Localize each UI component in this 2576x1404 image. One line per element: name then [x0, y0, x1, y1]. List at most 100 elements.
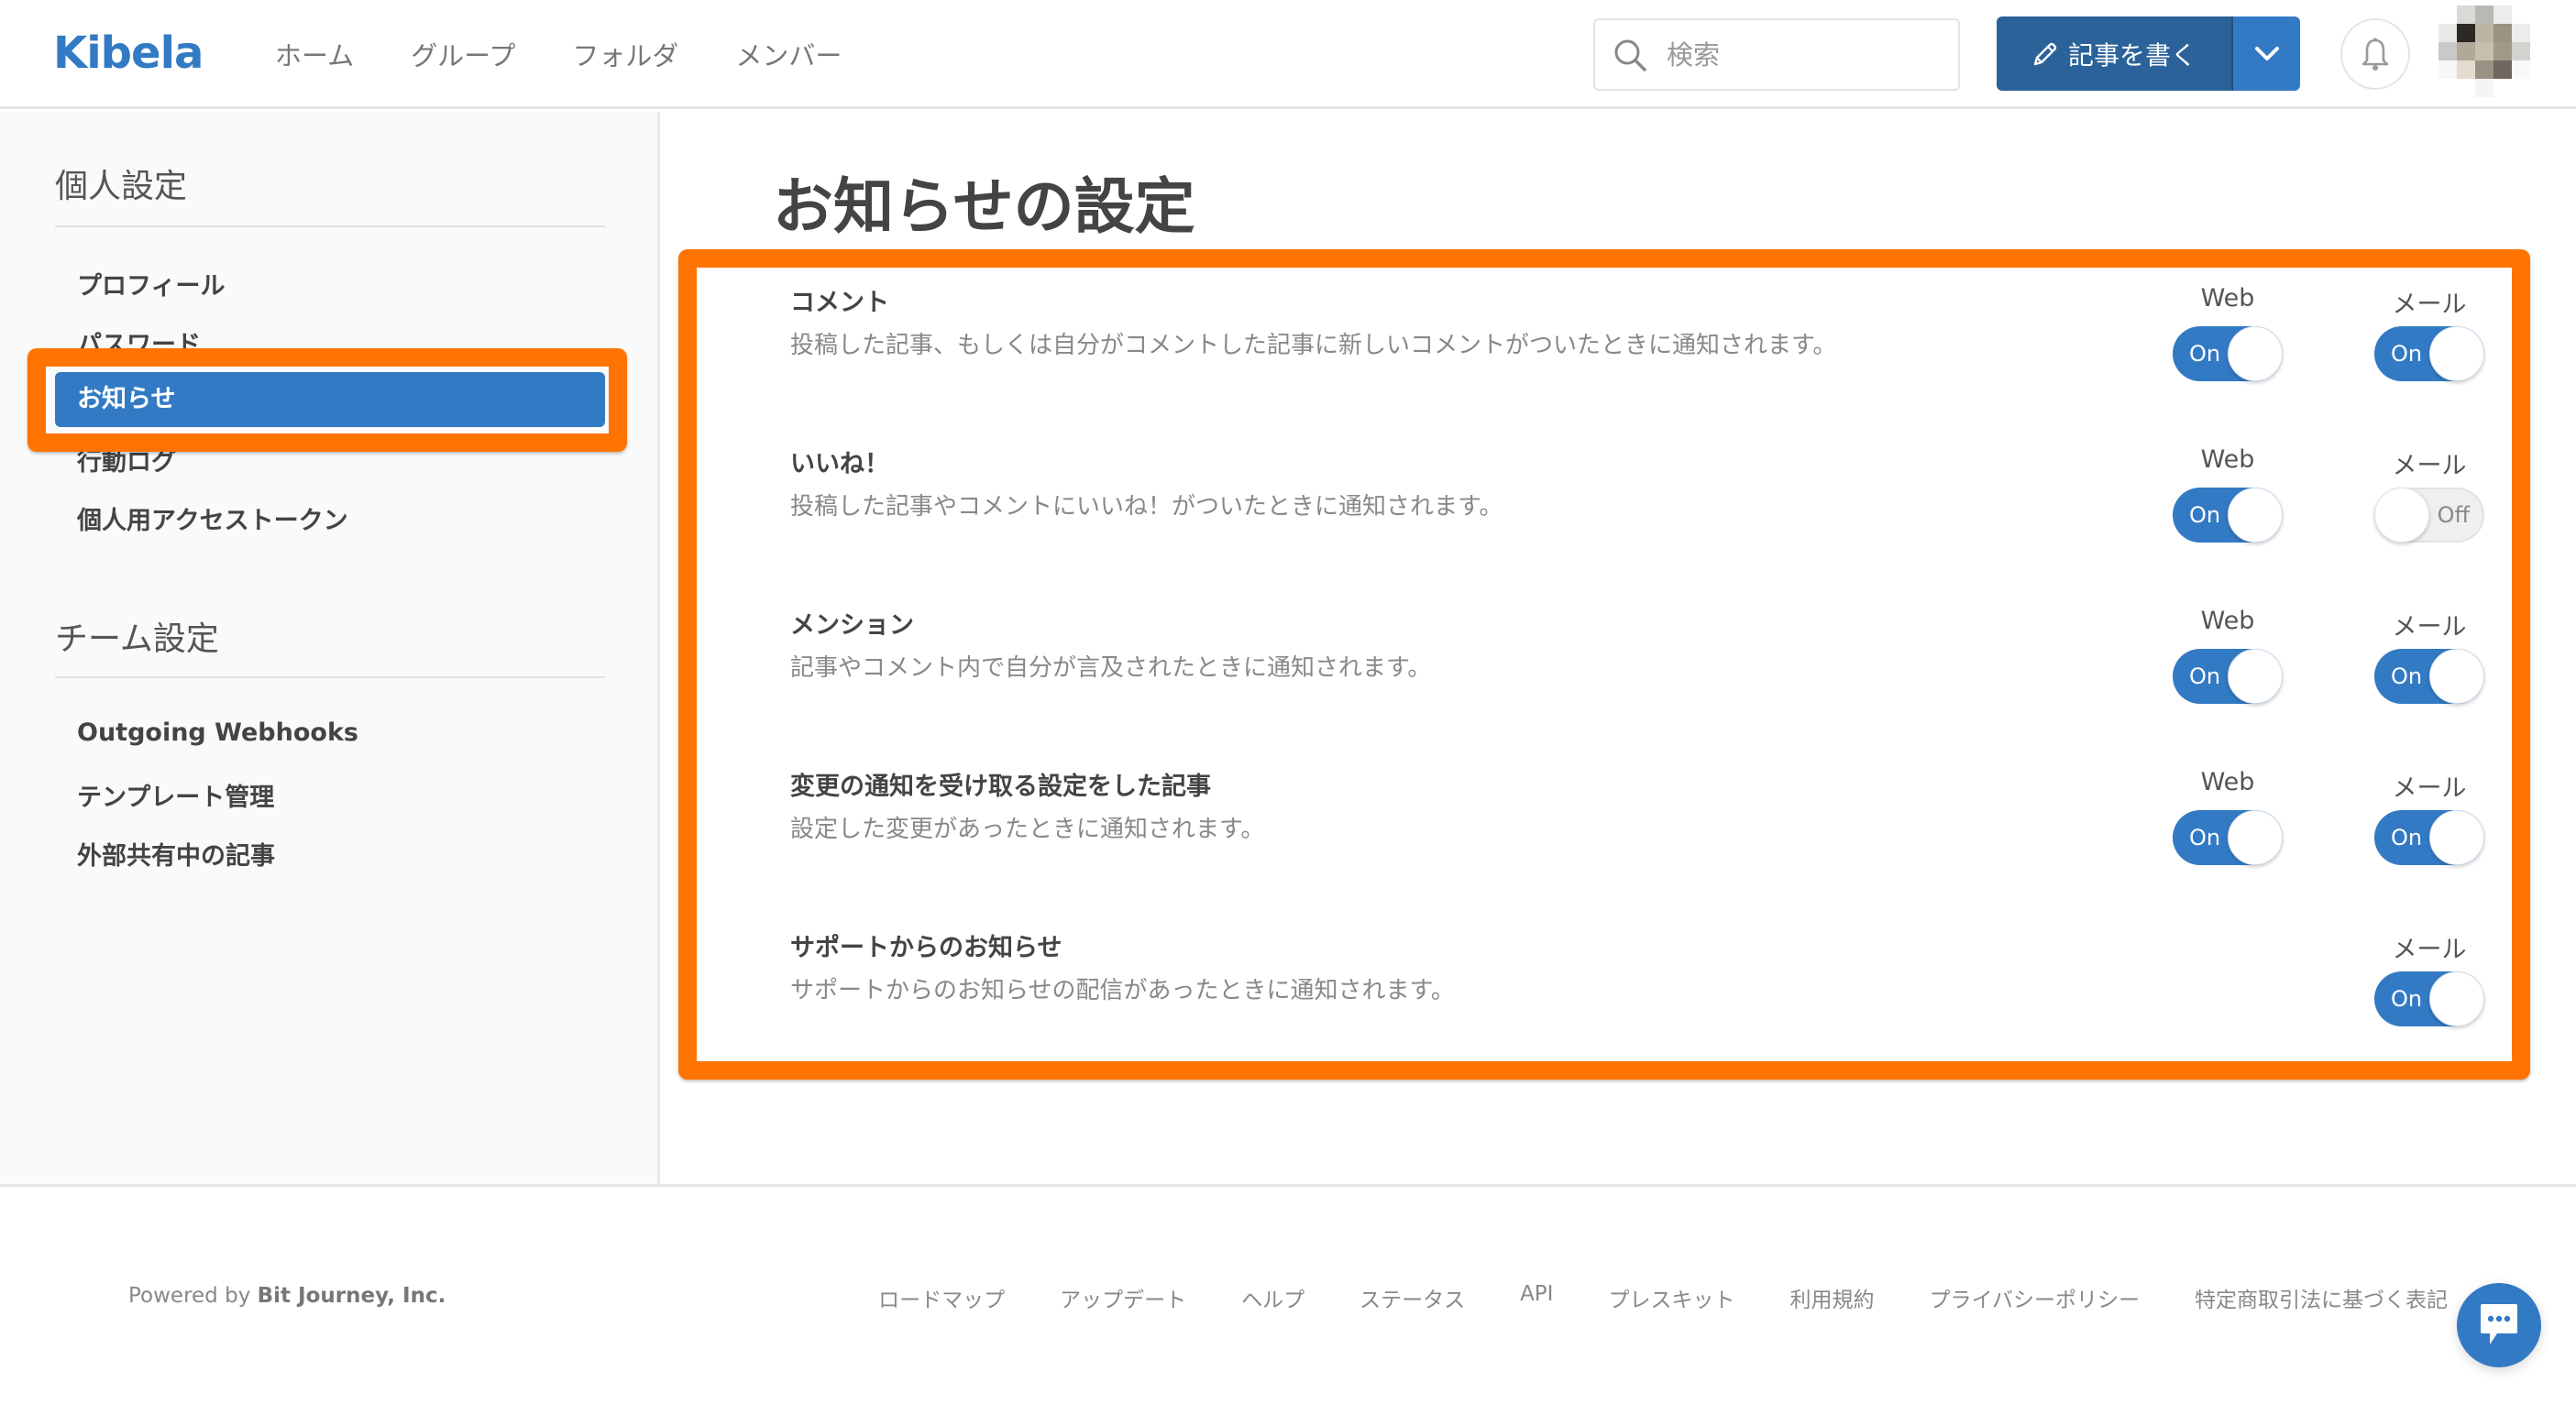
sidebar-divider [55, 225, 605, 227]
sidebar-item-activity-log[interactable]: 行動ログ [77, 442, 176, 477]
chevron-down-icon [2254, 46, 2279, 60]
setting-description: 投稿した記事、もしくは自分がコメントした記事に新しいコメントがついたときに通知さ… [790, 332, 1837, 359]
web-toggle[interactable]: On [2173, 810, 2283, 865]
mail-column-label: メール [2392, 613, 2467, 642]
chat-bubble-icon [2481, 1304, 2517, 1344]
personal-settings-heading: 個人設定 [55, 168, 188, 205]
notifications-button[interactable] [2340, 18, 2410, 90]
footer-link-status[interactable]: ステータス [1360, 1282, 1465, 1313]
nav-members[interactable]: メンバー [735, 35, 842, 73]
sidebar-divider [55, 676, 605, 678]
toggle-knob [2429, 649, 2484, 704]
setting-title: コメント [790, 289, 889, 317]
write-article-button[interactable]: 記事を書く [1997, 16, 2233, 91]
company-link[interactable]: Bit Journey, Inc. [258, 1284, 446, 1308]
pencil-icon [2033, 42, 2057, 65]
setting-title: いいね！ [790, 450, 889, 478]
web-column-label: Web [2200, 284, 2255, 313]
search-icon [1614, 39, 1646, 71]
nav-folders[interactable]: フォルダ [572, 35, 678, 73]
toggle-state-label: On [2189, 664, 2221, 689]
support-chat-button[interactable] [2457, 1283, 2541, 1367]
footer-link-api[interactable]: API [1520, 1282, 1553, 1313]
setting-row-support-news: サポートからのお知らせ サポートからのお知らせの配信があったときに通知されます。… [697, 913, 2512, 1074]
page-title: お知らせの設定 [773, 171, 1195, 242]
nav-home[interactable]: ホーム [275, 35, 354, 73]
mail-toggle[interactable]: On [2374, 810, 2484, 865]
top-header: Kibela ホーム グループ フォルダ メンバー 記事を書く [0, 0, 2576, 109]
toggle-knob [2228, 326, 2283, 381]
setting-row-comment: コメント 投稿した記事、もしくは自分がコメントした記事に新しいコメントがついたと… [697, 268, 2512, 429]
web-column-label: Web [2200, 607, 2255, 635]
footer-links: ロードマップ アップデート ヘルプ ステータス API プレスキット 利用規約 … [823, 1282, 2448, 1313]
mail-toggle[interactable]: On [2374, 649, 2484, 704]
sidebar-item-notifications[interactable]: お知らせ [55, 372, 605, 427]
toggle-state-label: On [2391, 341, 2423, 367]
footer-link-terms[interactable]: 利用規約 [1789, 1282, 1874, 1313]
toggle-state-label: On [2391, 986, 2423, 1012]
main-nav: ホーム グループ フォルダ メンバー [275, 35, 898, 73]
toggle-knob [2374, 488, 2429, 543]
page-footer: Powered by Bit Journey, Inc. ロードマップ アップデ… [0, 1184, 2576, 1404]
powered-by: Powered by Bit Journey, Inc. [128, 1284, 446, 1308]
sidebar-item-profile[interactable]: プロフィール [77, 266, 225, 302]
toggle-knob [2429, 810, 2484, 865]
setting-description: 記事やコメント内で自分が言及されたときに通知されます。 [790, 654, 1432, 682]
toggle-state-label: On [2189, 341, 2221, 367]
mail-toggle[interactable]: Off [2374, 488, 2484, 543]
powered-by-prefix: Powered by [128, 1284, 251, 1308]
web-toggle[interactable]: On [2173, 326, 2283, 381]
setting-title: 変更の通知を受け取る設定をした記事 [790, 773, 1211, 801]
sidebar-item-access-tokens[interactable]: 個人用アクセストークン [77, 500, 348, 536]
mail-toggle[interactable]: On [2374, 326, 2484, 381]
web-column-label: Web [2200, 445, 2255, 474]
web-column-label: Web [2200, 768, 2255, 796]
mail-column-label: メール [2392, 936, 2467, 964]
write-article-button-group: 記事を書く [1997, 16, 2300, 91]
footer-link-roadmap[interactable]: ロードマップ [878, 1282, 1005, 1313]
setting-row-mention: メンション 記事やコメント内で自分が言及されたときに通知されます。 Web メー… [697, 590, 2512, 751]
write-article-label: 記事を書く [2067, 39, 2196, 71]
kibela-logo[interactable]: Kibela [53, 27, 204, 79]
footer-link-privacy[interactable]: プライバシーポリシー [1929, 1282, 2140, 1313]
toggle-knob [2228, 810, 2283, 865]
footer-link-help[interactable]: ヘルプ [1241, 1282, 1305, 1313]
sidebar-item-templates[interactable]: テンプレート管理 [77, 777, 274, 813]
search-input[interactable] [1667, 20, 1942, 89]
setting-row-watched-articles: 変更の通知を受け取る設定をした記事 設定した変更があったときに通知されます。 W… [697, 751, 2512, 913]
toggle-knob [2228, 488, 2283, 543]
toggle-state-label: On [2391, 825, 2423, 850]
toggle-state-label: On [2391, 664, 2423, 689]
sidebar-item-shared-articles[interactable]: 外部共有中の記事 [77, 836, 275, 872]
setting-description: サポートからのお知らせの配信があったときに通知されます。 [790, 977, 1455, 1004]
footer-link-commercial-law[interactable]: 特定商取引法に基づく表記 [2195, 1282, 2448, 1313]
nav-groups[interactable]: グループ [411, 35, 515, 73]
mail-column-label: メール [2392, 291, 2467, 319]
user-avatar[interactable] [2438, 5, 2530, 97]
toggle-knob [2429, 971, 2484, 1026]
setting-title: メンション [790, 611, 914, 640]
write-options-dropdown[interactable] [2233, 16, 2300, 91]
search-box[interactable] [1593, 18, 1960, 91]
notification-settings-panel: コメント 投稿した記事、もしくは自分がコメントした記事に新しいコメントがついたと… [678, 249, 2530, 1080]
bell-icon [2361, 38, 2389, 71]
sidebar-item-password[interactable]: パスワード [77, 324, 201, 360]
sidebar-item-outgoing-webhooks[interactable]: Outgoing Webhooks [77, 718, 358, 747]
toggle-state-label: Off [2437, 502, 2470, 528]
mail-toggle[interactable]: On [2374, 971, 2484, 1026]
web-toggle[interactable]: On [2173, 488, 2283, 543]
footer-link-press-kit[interactable]: プレスキット [1608, 1282, 1734, 1313]
toggle-state-label: On [2189, 825, 2221, 850]
setting-row-like: いいね！ 投稿した記事やコメントにいいね！がついたときに通知されます。 Web … [697, 429, 2512, 590]
toggle-knob [2429, 326, 2484, 381]
mail-column-label: メール [2392, 452, 2467, 480]
toggle-state-label: On [2189, 502, 2221, 528]
setting-title: サポートからのお知らせ [790, 934, 1062, 962]
toggle-knob [2228, 649, 2283, 704]
setting-description: 設定した変更があったときに通知されます。 [790, 816, 1265, 843]
mail-column-label: メール [2392, 774, 2467, 803]
web-toggle[interactable]: On [2173, 649, 2283, 704]
footer-link-updates[interactable]: アップデート [1060, 1282, 1186, 1313]
setting-description: 投稿した記事やコメントにいいね！がついたときに通知されます。 [790, 493, 1503, 521]
settings-sidebar: 個人設定 プロフィール パスワード お知らせ 行動ログ 個人用アクセストークン … [0, 112, 660, 1184]
